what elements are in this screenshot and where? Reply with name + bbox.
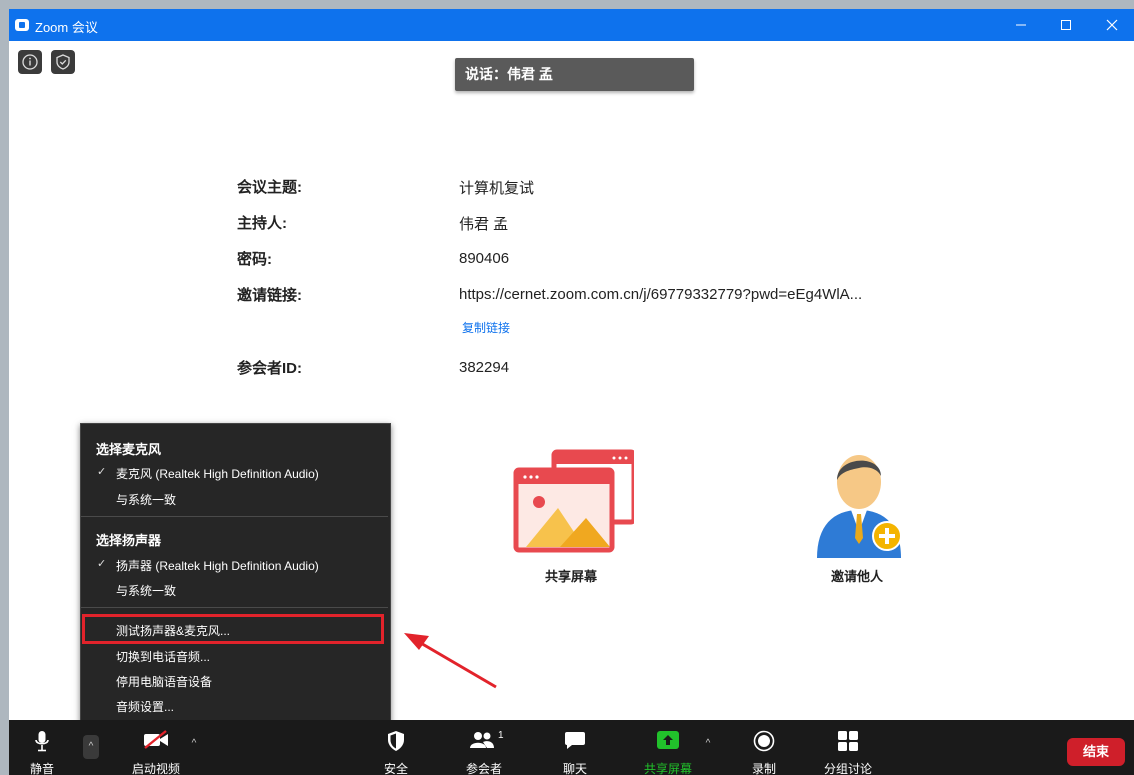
share-up-arrow-icon [657,731,679,749]
info-icon [22,54,38,70]
meeting-info-button[interactable] [18,50,42,74]
host-value: 伟君 孟 [459,216,509,233]
video-options-caret[interactable]: ^ [187,737,201,751]
chat-button[interactable]: 聊天 [555,720,595,775]
checkmark-icon: ✓ [97,466,107,478]
chat-label: 聊天 [562,762,587,775]
microphone-icon [35,731,49,752]
participant-id-value: 382294 [459,359,510,376]
security-label: 安全 [383,762,408,775]
mute-label: 静音 [29,762,54,775]
topic-label: 会议主题: [237,179,302,196]
encryption-button[interactable] [51,50,75,74]
participants-icon [470,732,494,748]
invite-others-tile[interactable] [811,446,907,558]
record-button[interactable]: 录制 [744,720,784,775]
video-off-icon [144,730,168,749]
menu-item-microphone-device[interactable]: ✓ 麦克风 (Realtek High Definition Audio) [81,465,388,485]
start-video-button[interactable]: 启动视频 [125,720,187,775]
host-label: 主持人: [237,215,287,232]
menu-item-speaker-same-as-system[interactable]: 与系统一致 [81,582,388,602]
minimize-button[interactable] [999,9,1043,41]
maximize-button[interactable] [1044,9,1088,41]
invite-link-label: 邀请链接: [237,287,302,304]
invite-others-label[interactable]: 邀请他人 [831,566,883,585]
participants-count-badge: 1 [498,730,504,741]
share-screen-button[interactable]: 共享屏幕 [635,720,701,775]
share-screen-illustration [513,449,637,553]
title-bar: Zoom 会议 [9,9,1134,41]
menu-divider [81,607,388,608]
menu-item-switch-phone-audio[interactable]: 切换到电话音频... [81,648,388,668]
window-title: Zoom 会议 [35,20,98,35]
share-screen-tile[interactable] [512,448,637,558]
meeting-toolbar: 静音 ^ 启动视频 ^ 安全 1 参会者 聊天 共享屏幕 ^ 录制 分组讨论 结… [9,720,1134,775]
close-icon [1106,19,1118,31]
share-screen-label[interactable]: 共享屏幕 [545,566,597,585]
maximize-icon [1061,20,1071,30]
menu-item-audio-settings[interactable]: 音频设置... [81,698,388,718]
mute-button[interactable]: 静音 [9,720,75,775]
record-label: 录制 [751,762,776,775]
participants-label: 参会者 [465,762,502,775]
share-screen-toolbar-label: 共享屏幕 [643,762,692,775]
record-icon [753,730,775,752]
breakout-rooms-label: 分组讨论 [823,762,872,775]
participant-id-label: 参会者ID: [237,360,302,377]
minimize-icon [1016,24,1026,26]
security-button[interactable]: 安全 [376,720,416,775]
menu-item-leave-computer-audio[interactable]: 停用电脑语音设备 [81,673,388,693]
annotation-highlight-box [82,614,384,644]
breakout-rooms-button[interactable]: 分组讨论 [815,720,881,775]
chat-icon [565,732,585,749]
zoom-app-icon [15,19,29,31]
password-label: 密码: [237,251,272,268]
security-shield-icon [388,731,404,751]
start-video-label: 启动视频 [131,762,180,775]
menu-item-mic-same-as-system[interactable]: 与系统一致 [81,491,388,511]
copy-link[interactable]: 复制链接 [462,319,510,336]
end-meeting-button[interactable]: 结束 [1067,738,1125,766]
breakout-grid-icon [838,731,858,751]
audio-options-menu: 选择麦克风 ✓ 麦克风 (Realtek High Definition Aud… [80,423,391,725]
password-value: 890406 [459,250,510,267]
participants-button[interactable]: 1 参会者 [457,720,511,775]
share-options-caret[interactable]: ^ [701,737,715,751]
zoom-window: Zoom 会议 说话：伟君 孟 会议主题: 计算机复试 主持人: 伟君 孟 密码… [9,9,1134,775]
menu-item-speaker-device[interactable]: ✓ 扬声器 (Realtek High Definition Audio) [81,557,388,577]
checkmark-icon: ✓ [97,558,107,570]
topic-value: 计算机复试 [459,180,535,197]
invite-person-illustration [817,455,902,558]
menu-divider [81,516,388,517]
invite-link-value: https://cernet.zoom.com.cn/j/69779332779… [459,286,863,303]
audio-options-caret[interactable]: ^ [83,735,99,759]
active-speaker-banner: 说话：伟君 孟 [455,58,694,91]
close-button[interactable] [1090,9,1134,41]
shield-check-icon [56,54,70,70]
